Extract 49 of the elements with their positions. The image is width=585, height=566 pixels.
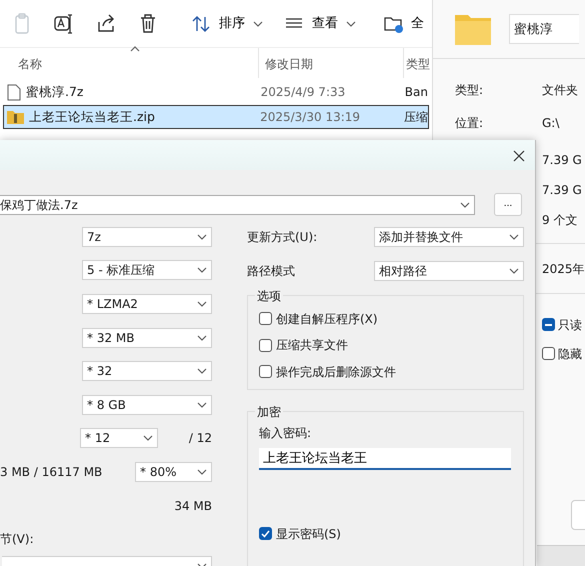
dropdown[interactable]: * 32 MB <box>82 328 212 348</box>
field-value: 9 个文 <box>542 212 578 229</box>
browse-button[interactable]: ... <box>494 193 522 216</box>
checkbox-label: 操作完成后删除源文件 <box>276 364 396 381</box>
file-date: 2025/4/9 7:33 <box>260 84 346 101</box>
field-value: 7.39 G <box>542 182 582 199</box>
archive-field[interactable]: 保鸡丁做法.7z <box>0 194 475 214</box>
memory-usage: 3 MB / 16117 MB <box>0 464 102 481</box>
dropdown[interactable]: * 8 GB <box>82 394 212 415</box>
sort-button[interactable]: 排序 <box>184 14 271 34</box>
thread-count: / 12 <box>188 430 212 448</box>
password-field[interactable]: 上老王论坛当老王 <box>259 448 511 470</box>
file-row[interactable]: 蜜桃淳.7z 2025/4/9 7:33 Ban <box>3 80 429 104</box>
field-label: 路径模式 <box>247 263 295 280</box>
checkbox-label: 创建自解压程序(X) <box>276 310 378 328</box>
checkbox-label: 只读 <box>558 316 582 334</box>
view-button[interactable]: 查看 <box>277 14 364 34</box>
column-header[interactable]: 名称 <box>18 55 42 73</box>
dropdown[interactable]: 7z <box>82 226 212 247</box>
column-header[interactable]: 类型 <box>406 55 430 73</box>
memory-usage: 34 MB <box>174 498 212 515</box>
file-date: 2025/3/30 13:19 <box>260 109 362 126</box>
file-name: 蜜桃淳.7z <box>26 82 84 101</box>
column-header[interactable]: 修改日期 <box>265 55 313 73</box>
dropdown[interactable]: * LZMA2 <box>82 294 212 314</box>
file-row[interactable]: 上老王论坛当老王.zip 2025/3/30 13:19 压缩 <box>3 105 429 129</box>
field-value: 文件夹 <box>542 82 578 98</box>
dropdown[interactable]: * 32 <box>82 361 212 382</box>
file-type: Ban <box>404 84 428 101</box>
checkbox-label: 显示密码(S) <box>276 526 341 543</box>
name-field[interactable]: 蜜桃淳 <box>509 14 579 44</box>
file-name: 上老王论坛当老王.zip <box>29 108 155 126</box>
field-label: 节(V): <box>0 531 34 548</box>
dropdown[interactable]: * 80% <box>135 462 212 482</box>
field-label: 类型: <box>455 82 484 98</box>
field-label: 更新方式(U): <box>247 229 318 246</box>
field-value: 7.39 G <box>542 152 582 169</box>
dropdown[interactable]: * 12 <box>80 428 158 448</box>
dropdown[interactable]: 5 - 标准压缩 <box>82 260 212 280</box>
checkbox-label: 压缩共享文件 <box>276 337 348 354</box>
dropdown[interactable]: 添加并替换文件 <box>374 227 524 248</box>
checkbox-label: 隐藏 <box>558 346 582 362</box>
field-label: 位置: <box>455 114 484 132</box>
field-value: G:\ <box>542 114 560 132</box>
all-button[interactable]: 全 <box>376 14 432 34</box>
file-type: 压缩 <box>404 109 428 126</box>
dropdown[interactable]: 相对路径 <box>374 261 524 282</box>
field-value: 2025年 <box>542 260 585 278</box>
field-label: 输入密码: <box>259 424 312 442</box>
